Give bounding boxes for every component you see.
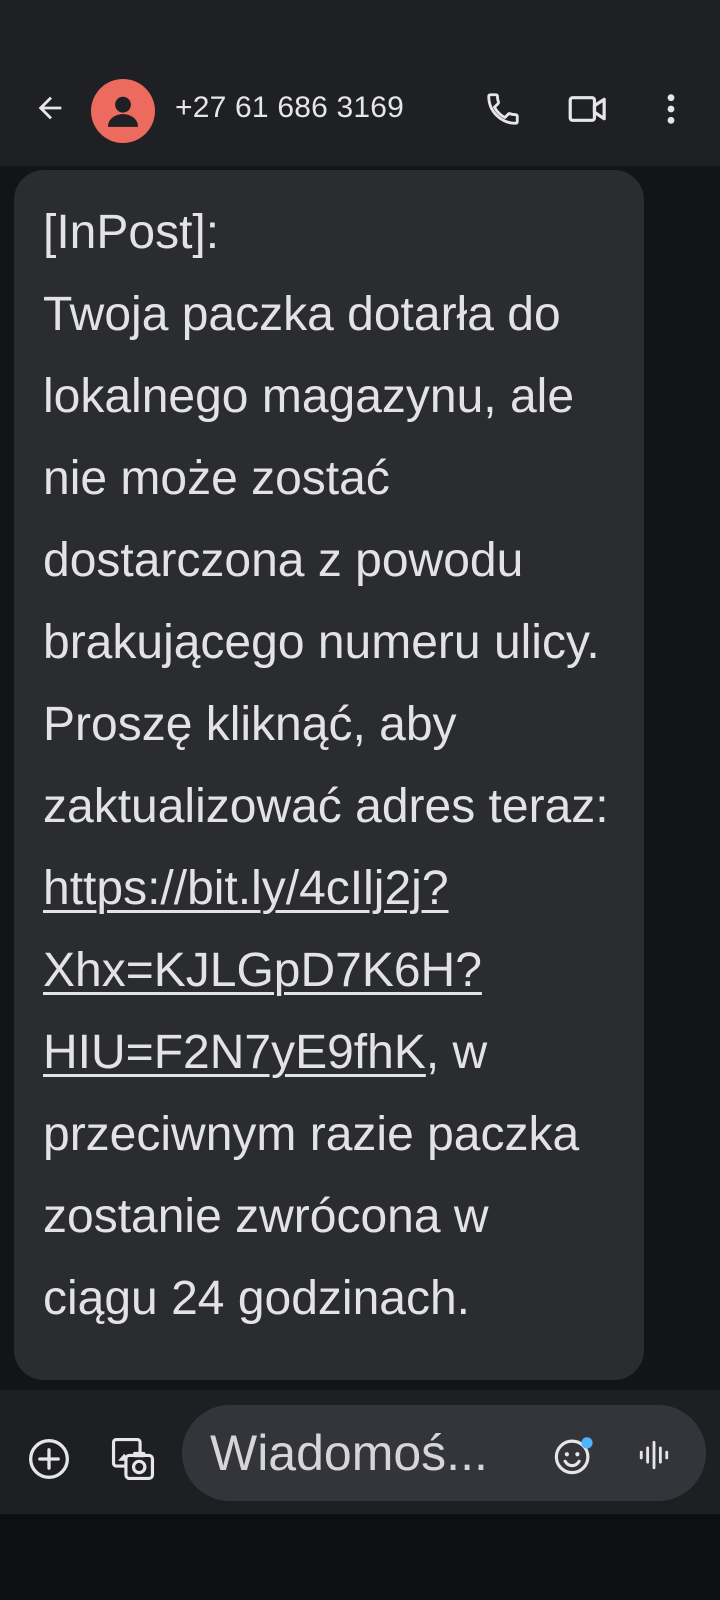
message-text-part: [InPost]: Twoja paczka dotarła do lokaln… — [43, 206, 609, 833]
compose-bar — [0, 1390, 720, 1514]
contact-number[interactable]: +27 61 686 3169 — [175, 91, 404, 125]
nav-area — [0, 1514, 720, 1600]
message-input[interactable] — [210, 1423, 510, 1483]
gallery-button[interactable] — [108, 1434, 158, 1484]
more-vert-icon — [667, 94, 675, 124]
message-input-container[interactable] — [182, 1405, 706, 1501]
video-call-button[interactable] — [563, 86, 613, 132]
message-text: [InPost]: Twoja paczka dotarła do lokaln… — [43, 192, 614, 1340]
message-link[interactable]: https://bit.ly/4cIlj2j?Xhx=KJLGpD7K6H?HI… — [43, 862, 482, 1079]
arrow-back-icon — [38, 96, 62, 120]
person-icon — [107, 96, 139, 127]
emoji-button[interactable] — [552, 1435, 594, 1477]
message-thread[interactable]: [InPost]: Twoja paczka dotarła do lokaln… — [0, 166, 720, 1390]
contact-avatar[interactable] — [91, 79, 155, 143]
messaging-screen: +27 61 686 3169 [InPost]: Twoja paczka d… — [0, 0, 720, 1600]
voice-wave-icon — [639, 1440, 669, 1470]
call-button[interactable] — [480, 86, 526, 132]
gallery-icon — [111, 1437, 155, 1481]
message-bubble[interactable]: [InPost]: Twoja paczka dotarła do lokaln… — [14, 170, 644, 1380]
more-options-button[interactable] — [654, 86, 688, 132]
back-button[interactable] — [28, 86, 72, 130]
voice-message-button[interactable] — [634, 1435, 674, 1475]
add-attachment-button[interactable] — [26, 1436, 72, 1482]
phone-icon — [487, 93, 519, 125]
emoji-icon — [554, 1437, 593, 1475]
videocam-icon — [568, 96, 606, 122]
top-app-bar: +27 61 686 3169 — [0, 0, 720, 166]
add-circle-icon — [29, 1439, 69, 1479]
